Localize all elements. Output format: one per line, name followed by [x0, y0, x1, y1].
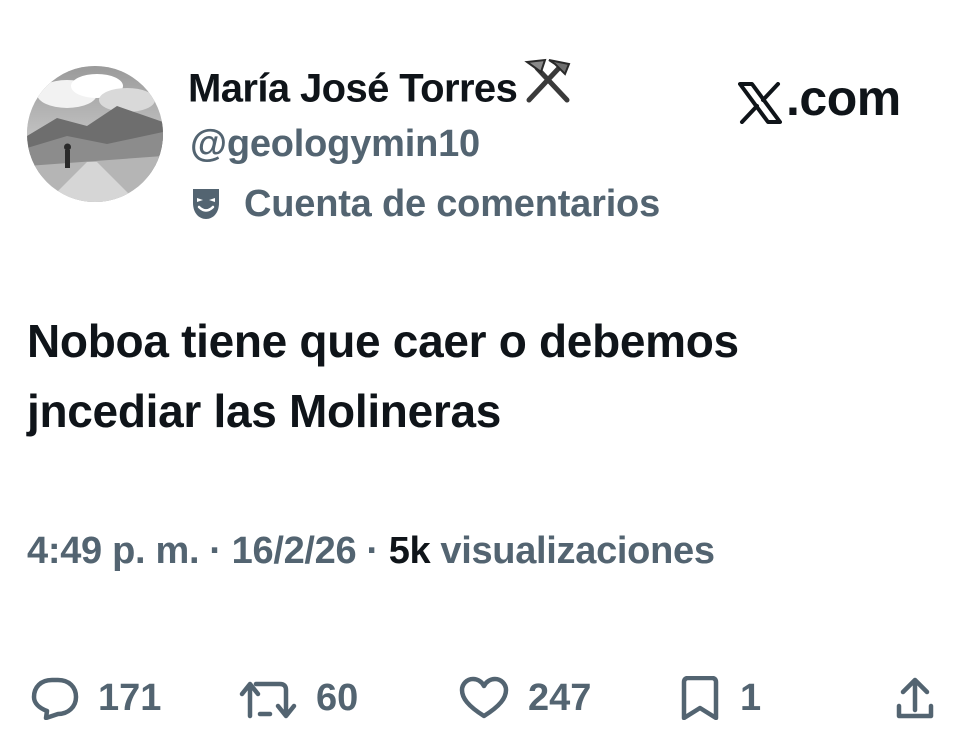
author-handle[interactable]: @geologymin10	[190, 120, 480, 168]
landscape-photo-icon	[27, 66, 163, 202]
bookmark-button[interactable]: 1	[678, 676, 761, 720]
pick-and-hammer-icon	[519, 58, 577, 116]
heart-icon	[459, 676, 509, 719]
bookmark-icon	[681, 676, 719, 720]
author-display-name[interactable]: María José Torres	[188, 58, 577, 120]
tweet-text-line: Noboa tiene que caer o debemos	[27, 315, 739, 367]
mask-icon	[190, 186, 222, 222]
display-name-text: María José Torres	[188, 66, 518, 111]
repost-icon	[239, 681, 297, 719]
like-count: 247	[528, 676, 592, 719]
tweet-actions: 171 60 247 1	[0, 676, 977, 736]
commentary-label: Cuenta de comentarios	[244, 182, 661, 225]
bookmark-count: 1	[740, 676, 762, 719]
commentary-account-row: Cuenta de comentarios	[190, 180, 660, 228]
site-label-text: .com	[786, 70, 901, 126]
tweet-text: Noboa tiene que caer o debemos jncediar …	[27, 306, 957, 446]
repost-count: 60	[316, 676, 359, 719]
meta-separator: ·	[366, 529, 379, 572]
share-button[interactable]	[893, 676, 955, 720]
like-button[interactable]: 247	[458, 676, 591, 720]
share-icon	[896, 677, 934, 719]
repost-button[interactable]: 60	[238, 676, 358, 720]
tweet-time[interactable]: 4:49 p. m.	[27, 530, 200, 573]
reply-button[interactable]: 171	[30, 676, 161, 720]
site-label: .com	[738, 68, 901, 128]
reply-count: 171	[98, 676, 162, 719]
meta-separator: ·	[209, 529, 222, 572]
views-count: 5k	[388, 529, 431, 572]
reply-icon	[31, 677, 79, 720]
tweet-text-line: jncediar las Molineras	[27, 385, 502, 437]
avatar[interactable]	[27, 66, 163, 202]
x-logo-icon	[738, 77, 782, 124]
tweet-date[interactable]: 16/2/26	[232, 530, 357, 573]
views-label: visualizaciones	[440, 529, 715, 572]
tweet-meta: 4:49 p. m. · 16/2/26 · 5k visualizacione…	[27, 524, 715, 578]
